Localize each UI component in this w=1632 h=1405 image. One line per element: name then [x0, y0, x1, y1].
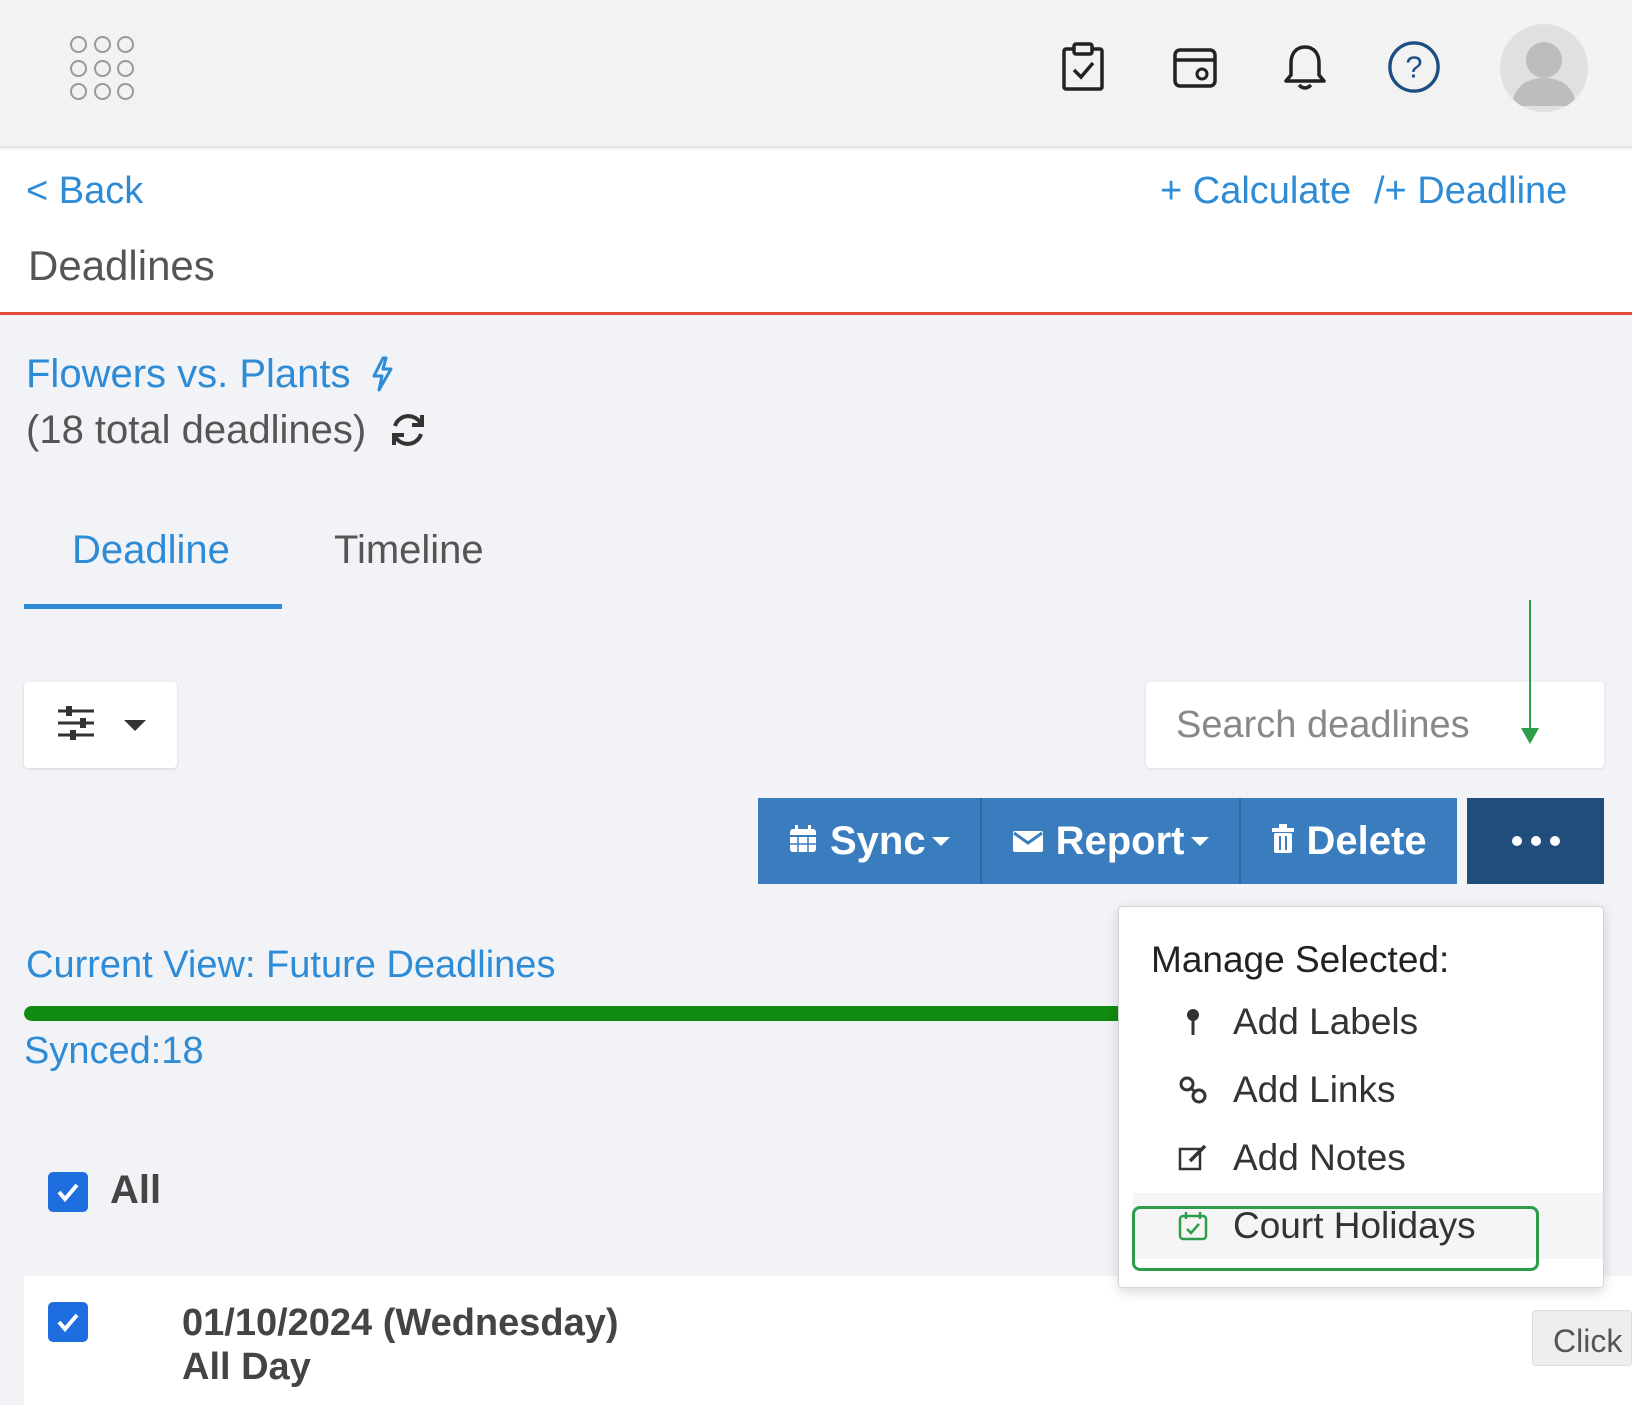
- menu-item-add-notes[interactable]: Add Notes: [1133, 1125, 1603, 1191]
- annotation-arrow: [1529, 600, 1531, 730]
- back-link[interactable]: < Back: [26, 170, 143, 213]
- action-button-group: Sync Report Delete: [758, 798, 1457, 884]
- tooltip-text: Click: [1553, 1323, 1623, 1359]
- checkmark-icon: [57, 1183, 79, 1203]
- edit-icon: [1175, 1143, 1211, 1173]
- total-deadlines-count: (18 total deadlines): [26, 408, 367, 452]
- checkmark-icon: [57, 1313, 79, 1333]
- bolt-icon: [370, 356, 394, 397]
- select-all-checkbox[interactable]: [48, 1172, 88, 1212]
- row-time: All Day: [182, 1346, 311, 1388]
- sync-button[interactable]: Sync: [758, 798, 982, 884]
- menu-item-label: Add Links: [1233, 1069, 1396, 1110]
- link-icon: [1175, 1075, 1211, 1105]
- filter-dropdown-button[interactable]: [24, 682, 177, 768]
- case-name-link[interactable]: Flowers vs. Plants: [26, 352, 351, 397]
- more-dot: [1530, 836, 1541, 846]
- apps-grid-icon[interactable]: [70, 36, 136, 102]
- delete-button[interactable]: Delete: [1240, 798, 1457, 884]
- select-all-label: All: [110, 1168, 162, 1212]
- more-actions-button[interactable]: [1467, 798, 1604, 884]
- tooltip: Click: [1532, 1310, 1632, 1366]
- svg-text:?: ?: [1405, 50, 1422, 85]
- page-title: Deadlines: [28, 242, 215, 289]
- chevron-down-icon: [931, 836, 950, 846]
- row-date: 01/10/2024 (Wednesday): [182, 1302, 619, 1344]
- bell-icon[interactable]: [1278, 40, 1332, 94]
- search-input[interactable]: [1146, 682, 1604, 768]
- row-checkbox[interactable]: [48, 1302, 88, 1342]
- report-label: Report: [1055, 818, 1185, 863]
- clipboard-check-icon[interactable]: [1056, 40, 1110, 94]
- delete-label: Delete: [1306, 818, 1427, 863]
- avatar[interactable]: [1500, 24, 1588, 112]
- menu-item-label: Add Notes: [1233, 1137, 1406, 1178]
- chevron-down-icon: [1190, 836, 1209, 846]
- chevron-down-icon: [123, 719, 146, 731]
- manage-selected-menu: Manage Selected: Add Labels Add Links Ad…: [1118, 906, 1604, 1288]
- menu-item-add-links[interactable]: Add Links: [1133, 1057, 1603, 1123]
- refresh-icon[interactable]: [388, 410, 428, 455]
- trash-icon: [1271, 819, 1295, 864]
- menu-item-label: Add Labels: [1233, 1001, 1419, 1042]
- synced-count: Synced:18: [24, 1030, 204, 1072]
- sliders-icon: [56, 705, 96, 746]
- tab-deadline[interactable]: Deadline: [72, 528, 230, 573]
- menu-header: Manage Selected:: [1151, 939, 1450, 980]
- calculate-link[interactable]: + Calculate: [1160, 170, 1351, 213]
- calendar-check-icon: [1175, 1211, 1211, 1241]
- menu-item-add-labels[interactable]: Add Labels: [1133, 989, 1603, 1055]
- tab-timeline[interactable]: Timeline: [334, 528, 484, 573]
- page-header: < Back + Calculate /+ Deadline Deadlines: [0, 150, 1632, 315]
- more-dot: [1511, 836, 1522, 846]
- help-icon[interactable]: ?: [1387, 40, 1441, 94]
- menu-item-court-holidays[interactable]: Court Holidays: [1133, 1193, 1603, 1259]
- calendar-icon[interactable]: [1168, 40, 1222, 94]
- table-row[interactable]: 01/10/2024 (Wednesday) All Day: [24, 1276, 1632, 1405]
- more-dot: [1549, 836, 1560, 846]
- top-bar: ?: [0, 0, 1632, 148]
- pin-icon: [1175, 1007, 1211, 1037]
- annotation-arrow-head: [1521, 728, 1539, 744]
- active-tab-indicator: [24, 604, 282, 609]
- menu-item-label: Court Holidays: [1233, 1205, 1476, 1246]
- report-button[interactable]: Report: [981, 798, 1241, 884]
- sync-label: Sync: [830, 818, 926, 863]
- add-deadline-link[interactable]: /+ Deadline: [1374, 170, 1567, 213]
- calendar-icon: [788, 819, 818, 864]
- envelope-icon: [1012, 819, 1044, 864]
- current-view-link[interactable]: Current View: Future Deadlines: [26, 944, 555, 987]
